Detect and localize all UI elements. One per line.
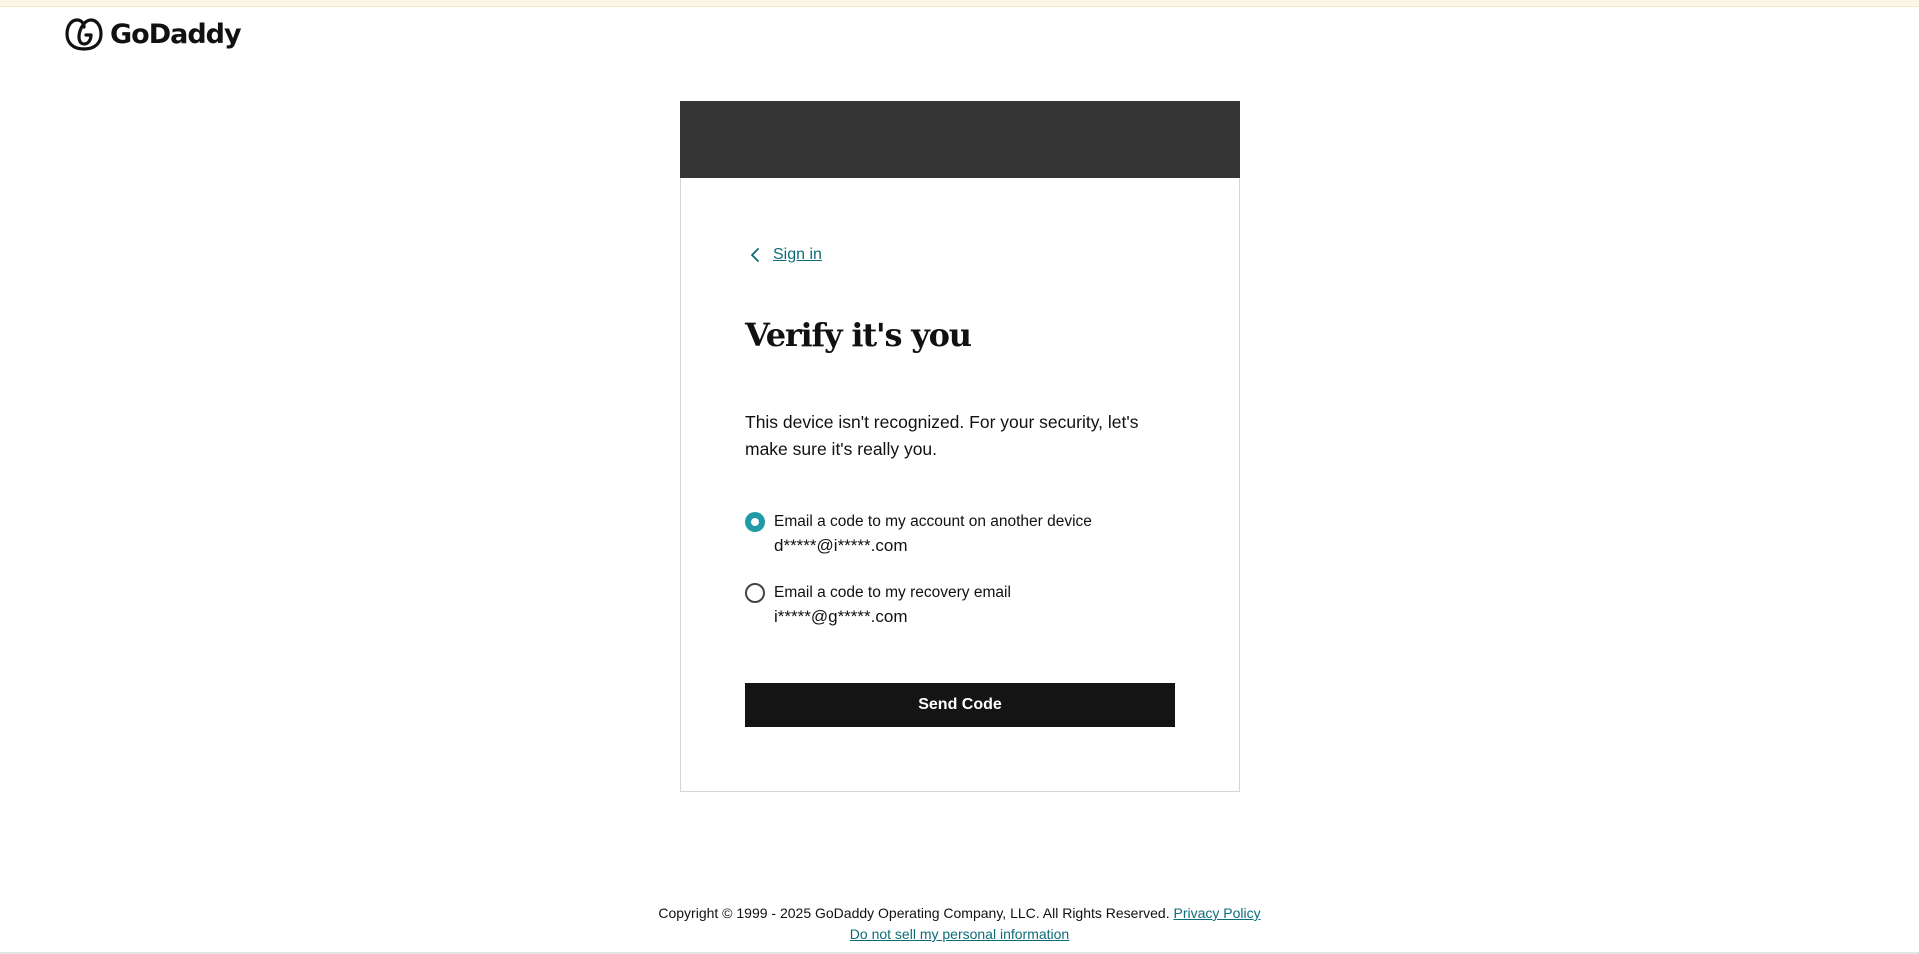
option-label: Email a code to my account on another de… xyxy=(774,513,1092,530)
footer: Copyright © 1999 - 2025 GoDaddy Operatin… xyxy=(0,903,1919,945)
footer-line-1: Copyright © 1999 - 2025 GoDaddy Operatin… xyxy=(0,903,1919,924)
verify-card: Sign in Verify it's you This device isn'… xyxy=(680,101,1240,792)
back-link-label[interactable]: Sign in xyxy=(773,246,822,264)
option-email-other-device[interactable]: Email a code to my account on another de… xyxy=(745,511,1092,559)
page-title: Verify it's you xyxy=(745,316,972,354)
radio-email-other-device[interactable] xyxy=(745,512,765,532)
top-notification-strip xyxy=(0,0,1919,7)
godaddy-logo[interactable]: GoDaddy xyxy=(64,16,242,52)
option-email-recovery[interactable]: Email a code to my recovery email i*****… xyxy=(745,582,1011,630)
back-to-sign-in-link[interactable]: Sign in xyxy=(749,246,822,264)
verification-description: This device isn't recognized. For your s… xyxy=(745,412,1139,459)
radio-email-recovery[interactable] xyxy=(745,583,765,603)
chevron-left-icon xyxy=(751,248,759,262)
masked-email: d*****@i*****.com xyxy=(774,536,908,555)
option-label: Email a code to my recovery email xyxy=(774,584,1011,601)
send-code-button[interactable]: Send Code xyxy=(745,683,1175,727)
privacy-policy-link[interactable]: Privacy Policy xyxy=(1173,905,1260,921)
option-text: Email a code to my recovery email i*****… xyxy=(774,582,1011,630)
copyright-text: Copyright © 1999 - 2025 GoDaddy Operatin… xyxy=(658,905,1170,921)
footer-line-2: Do not sell my personal information xyxy=(0,924,1919,945)
godaddy-logo-text: GoDaddy xyxy=(110,18,242,50)
card-banner xyxy=(680,101,1240,178)
masked-email: i*****@g*****.com xyxy=(774,607,908,626)
do-not-sell-link[interactable]: Do not sell my personal information xyxy=(850,926,1069,942)
godaddy-logo-icon xyxy=(65,18,103,51)
option-text: Email a code to my account on another de… xyxy=(774,511,1092,559)
